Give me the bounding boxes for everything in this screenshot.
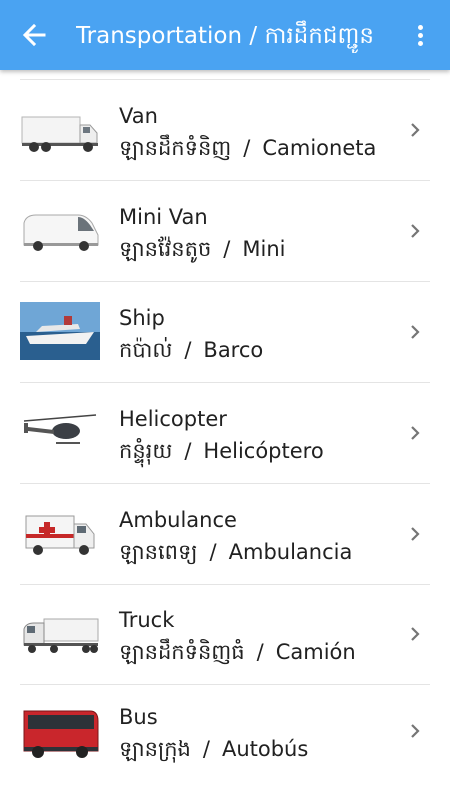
van-image [21,116,98,152]
separator: / [256,640,264,664]
spanish-word: Camioneta [262,136,377,160]
khmer-word: កន្ទុំរុយ [119,439,173,463]
khmer-word: ឡានដឹកទំនិញ [119,136,232,160]
spanish-word: Barco [203,338,264,362]
spanish-word: Mini [242,237,286,261]
chevron-right-icon [411,527,420,541]
list-item-mini-van[interactable]: Mini Van ឡានវ៉ែនតូច / Mini [0,181,450,281]
khmer-word: ឡានវ៉ែនតូច [119,237,212,261]
chevron-right-icon [411,325,420,339]
item-translation: ឡានដឹកទំនិញធំ / Camión [119,639,356,670]
khmer-word: ឡានដឹកទំនិញធំ [119,640,245,664]
list-item-bus[interactable]: Bus ឡានក្រុង / Autobús [0,685,450,785]
page-title: Transportation / ការដឹកជញ្ជូន [76,23,374,49]
item-name: Bus [119,705,158,729]
item-name: Truck [119,608,175,632]
app-bar: Transportation / ការដឹកជញ្ជូន [0,0,450,70]
khmer-word: ឡានក្រុង [119,737,191,761]
list-item-van[interactable]: Van ឡានដឹកទំនិញ / Camioneta [0,81,450,180]
separator: / [209,540,217,564]
chevron-right-icon [411,724,420,738]
item-translation: ឡានវ៉ែនតូច / Mini [119,236,285,267]
khmer-word: ឡានពេទ្យ [119,540,198,564]
item-translation: កប៉ាល់ / Barco [119,337,263,368]
item-translation: ឡានពេទ្យ / Ambulancia [119,539,352,570]
item-name: Van [119,104,158,128]
spanish-word: Helicóptero [203,439,324,463]
item-name: Ambulance [119,508,237,532]
item-name: Helicopter [119,407,227,431]
ambulance-image [25,515,95,555]
list-item-truck[interactable]: Truck ឡានដឹកទំនិញធំ / Camión [0,585,450,684]
helicopter-image [23,414,97,444]
item-name: Mini Van [119,205,208,229]
back-button[interactable] [14,19,56,51]
item-translation: កន្ទុំរុយ / Helicóptero [119,438,324,469]
divider [20,79,430,80]
chevron-right-icon [411,627,420,641]
ship-image [20,302,100,360]
list-item-ship[interactable]: Ship កប៉ាល់ / Barco [0,282,450,382]
item-translation: ឡានក្រុង / Autobús [119,736,308,767]
spanish-word: Camión [275,640,356,664]
truck-image [23,618,99,653]
vocabulary-list: Van ឡានដឹកទំនិញ / Camioneta Mini Van ឡានវ៉… [0,70,450,800]
bus-image [23,710,99,758]
chevron-right-icon [411,426,420,440]
list-item-ambulance[interactable]: Ambulance ឡានពេទ្យ / Ambulancia [0,484,450,584]
separator: / [202,737,210,761]
spanish-word: Ambulancia [228,540,353,564]
khmer-word: កប៉ាល់ [119,338,173,362]
separator: / [223,237,231,261]
mini-van-image [23,214,99,251]
arrow-back-icon [22,23,46,47]
list-item-helicopter[interactable]: Helicopter កន្ទុំរុយ / Helicóptero [0,383,450,483]
overflow-menu-button[interactable] [404,18,436,52]
spanish-word: Autobús [221,737,309,761]
separator: / [184,439,192,463]
separator: / [243,136,251,160]
chevron-right-icon [411,123,420,137]
separator: / [184,338,192,362]
chevron-right-icon [411,224,420,238]
item-name: Ship [119,306,165,330]
item-translation: ឡានដឹកទំនិញ / Camioneta [119,135,376,166]
more-vert-icon [418,25,423,30]
